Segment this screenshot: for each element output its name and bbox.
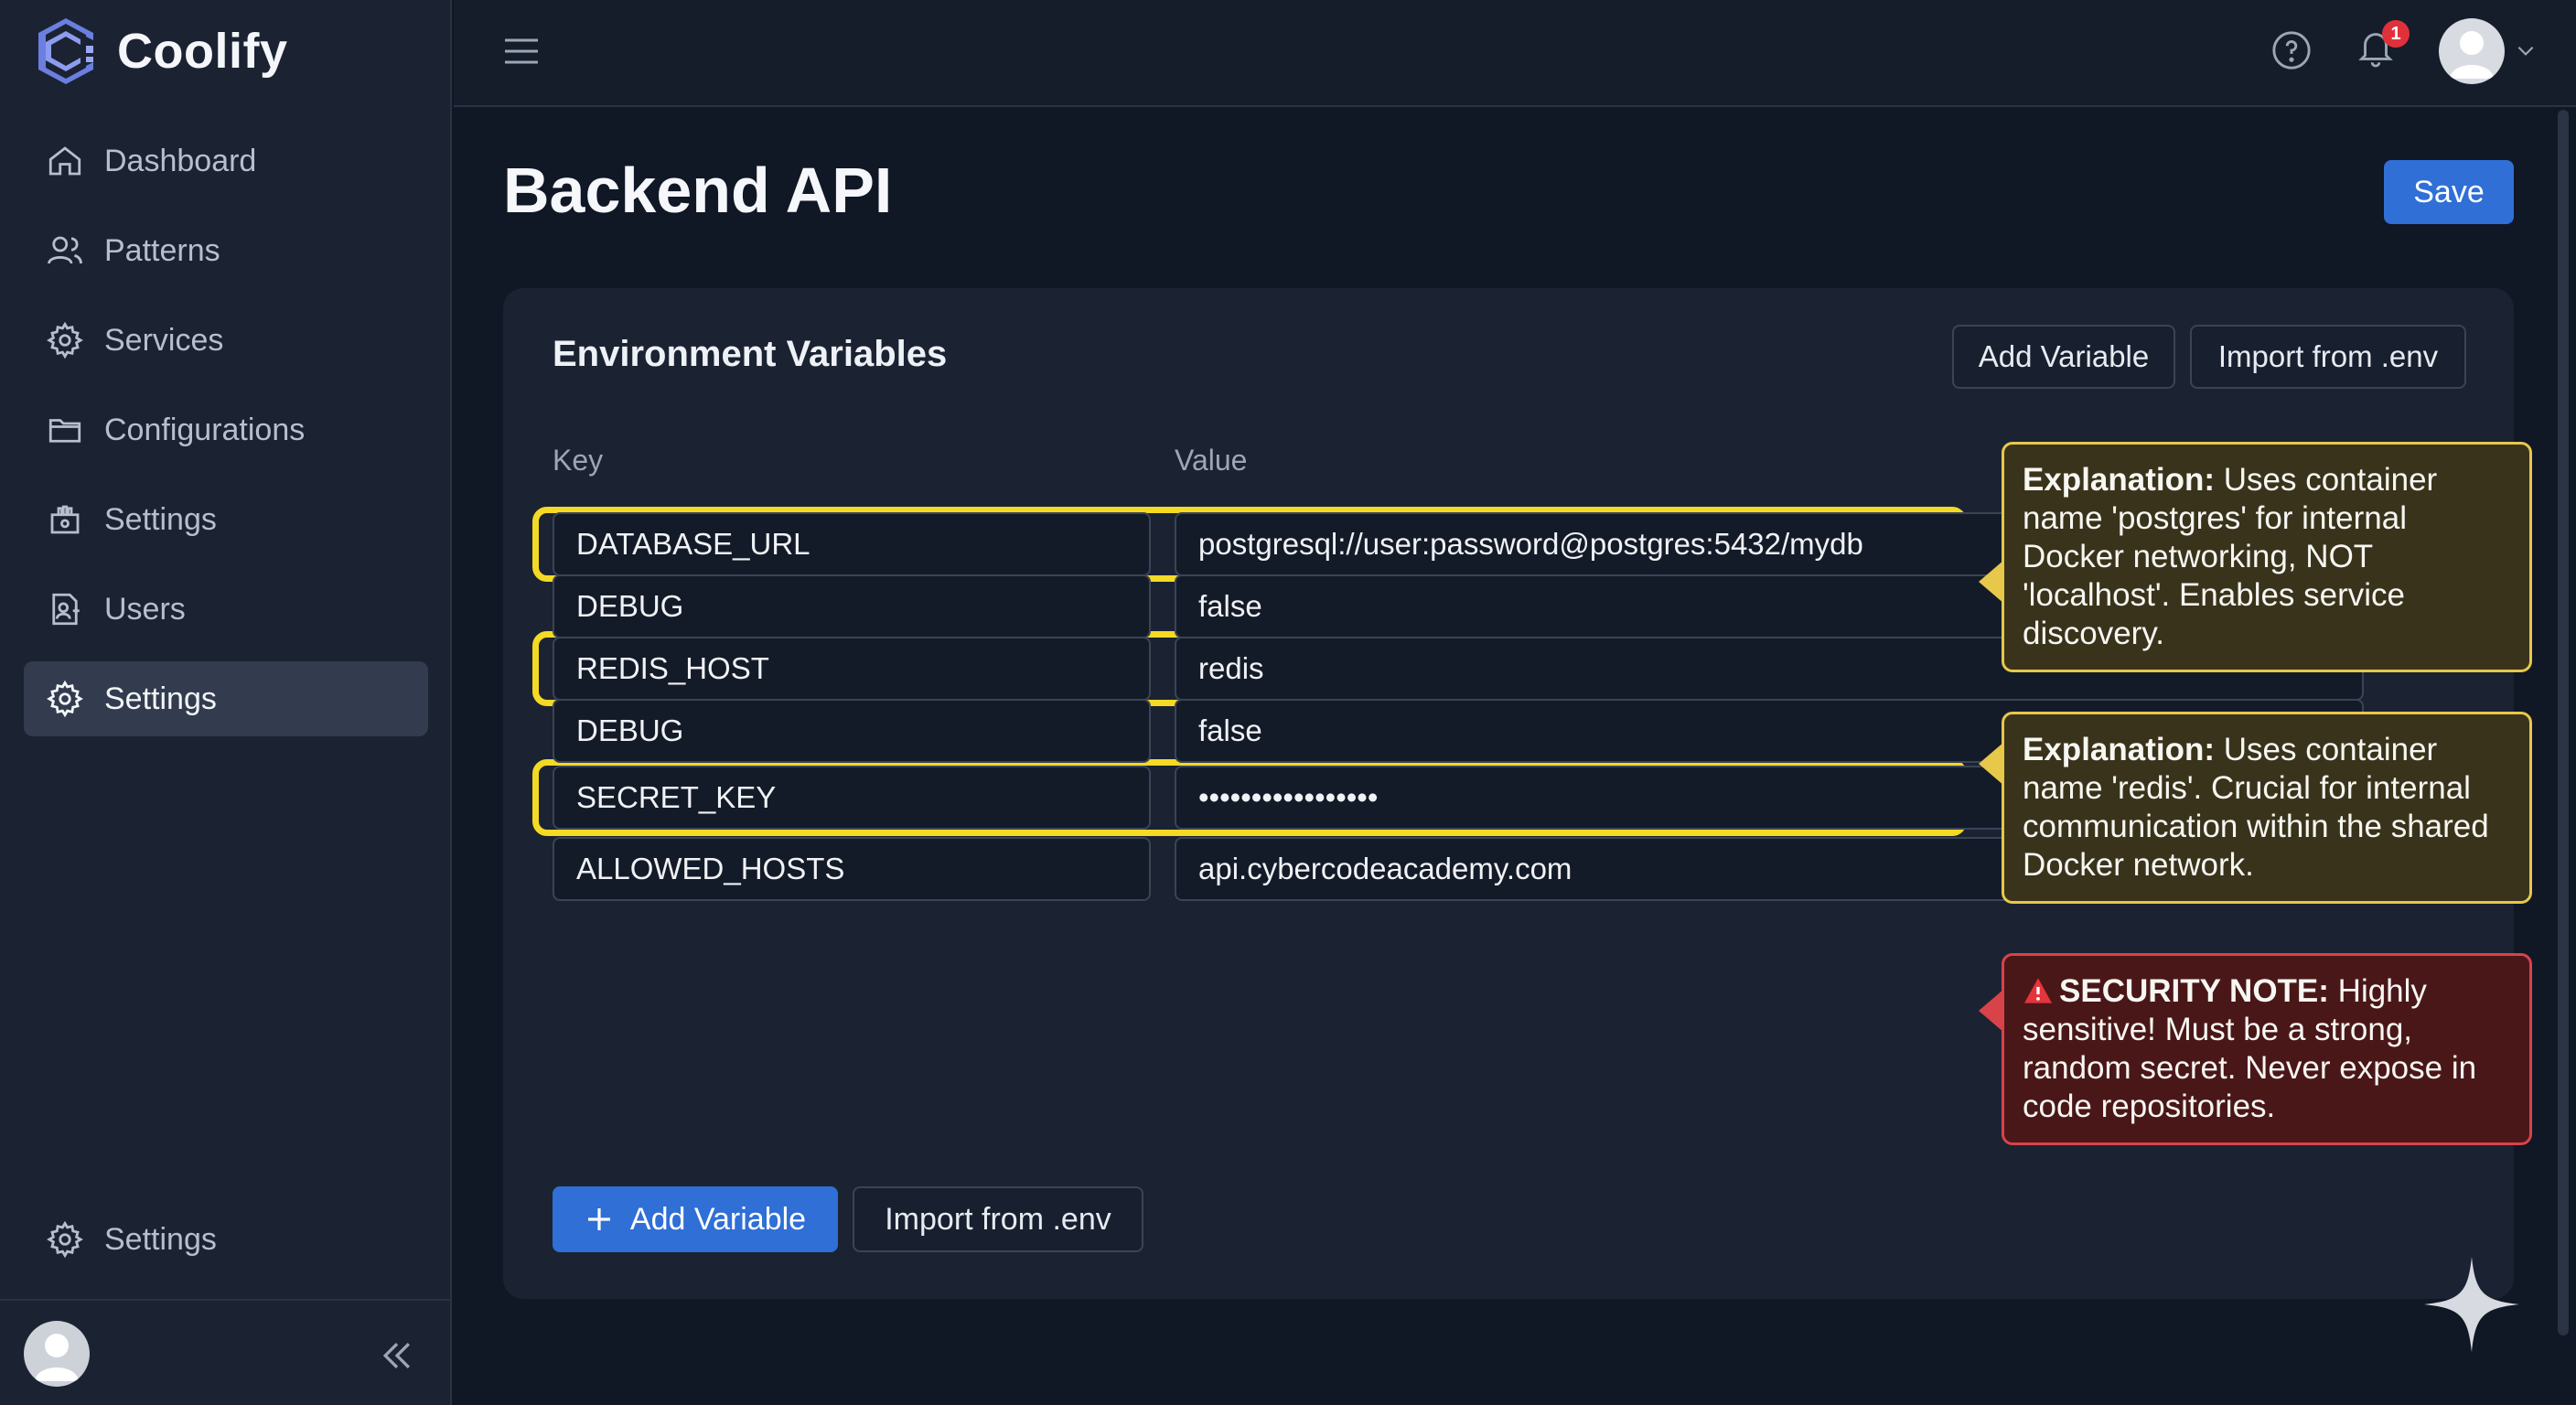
user-avatar-icon [35, 1334, 79, 1381]
callout-pointer [1979, 989, 2004, 1033]
add-variable-button[interactable]: Add Variable [1952, 325, 2175, 389]
card-title: Environment Variables [553, 334, 948, 374]
help-icon[interactable] [2270, 29, 2313, 71]
sidebar-item-settings-active[interactable]: Settings [24, 661, 428, 736]
callout-pointer [1979, 560, 2004, 604]
value-column-header: Value [1175, 444, 1248, 477]
notifications-button[interactable]: 1 [2355, 20, 2410, 77]
brand-name: Coolify [117, 24, 288, 79]
hand-gear-icon [50, 505, 80, 534]
sidebar-item-patterns[interactable]: Patterns [24, 213, 428, 288]
user-avatar[interactable] [2439, 18, 2505, 84]
plus-icon [587, 1208, 610, 1230]
env-key-input[interactable] [553, 637, 1151, 701]
chevron-down-icon[interactable] [2514, 40, 2538, 60]
sidebar: Coolify Dashboard Patterns Services Conf… [0, 0, 452, 1405]
explanation-callout: Explanation: Uses container name 'postgr… [1979, 442, 2532, 672]
env-key-input[interactable] [553, 699, 1151, 763]
sidebar-footer [0, 1299, 452, 1405]
sidebar-item-label: Settings [104, 681, 217, 716]
sidebar-item-label: Settings [104, 501, 217, 537]
sidebar-item-settings[interactable]: Settings [24, 482, 428, 557]
avatar[interactable] [24, 1321, 90, 1387]
sparkle-icon [2424, 1257, 2519, 1352]
sidebar-item-label: Dashboard [104, 143, 257, 178]
add-variable-label: Add Variable [629, 1201, 807, 1237]
env-key-input[interactable] [553, 512, 1151, 576]
callout-heading: SECURITY NOTE: [2059, 973, 2329, 1009]
home-icon [48, 146, 81, 176]
sidebar-item-users[interactable]: Users [24, 572, 428, 647]
save-button[interactable]: Save [2384, 160, 2514, 224]
security-note-callout: SECURITY NOTE: Highly sensitive! Must be… [1979, 953, 2532, 1145]
users-icon [48, 236, 82, 264]
explanation-callout: Explanation: Uses container name 'redis'… [1979, 712, 2532, 904]
sidebar-item-configurations[interactable]: Configurations [24, 392, 428, 467]
env-key-input[interactable] [553, 766, 1151, 830]
user-avatar-icon [2450, 31, 2494, 79]
env-key-input[interactable] [553, 574, 1151, 638]
sidebar-nav: Dashboard Patterns Services Configuratio… [24, 123, 428, 751]
collapse-sidebar-icon[interactable] [377, 1335, 417, 1376]
sidebar-item-bottom-settings[interactable]: Settings [24, 1202, 428, 1277]
scrollbar[interactable] [2558, 110, 2569, 1335]
gear-icon [47, 1220, 83, 1259]
gear-icon [47, 321, 83, 359]
sidebar-item-label: Services [104, 322, 224, 358]
sidebar-bottom: Settings [24, 1202, 428, 1292]
import-env-button[interactable]: Import from .env [2190, 325, 2466, 389]
gear-icon [47, 680, 83, 718]
sidebar-item-label: Users [104, 591, 186, 627]
user-file-icon [52, 593, 80, 626]
sidebar-item-services[interactable]: Services [24, 303, 428, 378]
sidebar-item-label: Patterns [104, 232, 220, 268]
callout-heading: Explanation: [2023, 462, 2216, 498]
coolify-logo-icon [38, 18, 93, 84]
notification-badge: 1 [2382, 20, 2410, 48]
topbar: 1 [454, 0, 2576, 107]
callout-pointer [1979, 742, 2004, 786]
key-column-header: Key [553, 444, 604, 477]
callout-heading: Explanation: [2023, 732, 2216, 767]
add-variable-bottom-button[interactable]: Add Variable [553, 1186, 838, 1252]
import-env-bottom-button[interactable]: Import from .env [853, 1186, 1143, 1252]
folder-icon [48, 419, 81, 443]
warning-icon [2024, 978, 2052, 1003]
sidebar-item-label: Configurations [104, 412, 306, 447]
brand[interactable]: Coolify [33, 15, 288, 88]
env-key-input[interactable] [553, 837, 1151, 901]
app-window: Coolify Dashboard Patterns Services Conf… [0, 0, 2576, 1405]
menu-icon[interactable] [501, 33, 542, 70]
page-title: Backend API [503, 155, 893, 226]
sidebar-item-dashboard[interactable]: Dashboard [24, 123, 428, 198]
sidebar-item-label: Settings [104, 1221, 217, 1257]
